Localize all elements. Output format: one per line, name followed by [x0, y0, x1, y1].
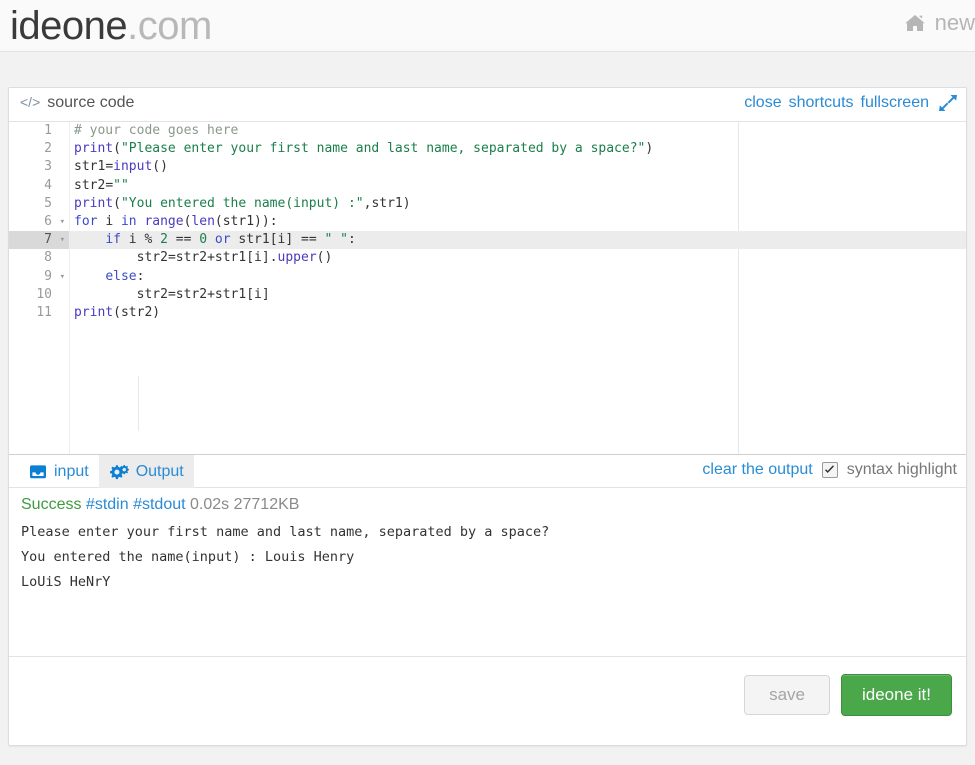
fold-arrow-icon[interactable]: ▾: [60, 213, 65, 231]
site-logo[interactable]: ideone.com: [10, 2, 212, 50]
line-number: 5: [44, 195, 52, 211]
line-number: 11: [36, 304, 52, 320]
line-number: 8: [44, 250, 52, 266]
line-number: 6 ▾: [9, 213, 69, 231]
output-text: Please enter your first name and last na…: [21, 520, 954, 595]
clear-output-link[interactable]: clear the output: [702, 461, 812, 479]
code-brackets-icon: </>: [20, 94, 41, 110]
code-line-text: str1=input(): [74, 159, 168, 175]
status-memory: 27712KB: [233, 496, 300, 513]
code-line[interactable]: 9 ▾ else:: [9, 268, 966, 286]
code-line[interactable]: 2 print("Please enter your first name and…: [9, 140, 966, 158]
tab-output[interactable]: Output: [98, 455, 194, 488]
line-number: 7 ▾: [9, 231, 69, 250]
fullscreen-link[interactable]: fullscreen: [861, 94, 929, 112]
ideone-it-button[interactable]: ideone it!: [841, 674, 952, 716]
code-line-text: str2="": [74, 177, 129, 193]
tab-output-label: Output: [135, 462, 184, 480]
editor-lines: 1 # your code goes here 2 print("Please ent…: [9, 122, 966, 322]
line-number: 10: [36, 286, 52, 302]
syntax-highlight-checkbox[interactable]: [821, 462, 838, 478]
indent-guide: [138, 376, 139, 431]
code-line[interactable]: 1 # your code goes here: [9, 122, 966, 140]
line-number: 9 ▾: [9, 268, 69, 286]
code-line[interactable]: 6 ▾ for i in range(len(str1)):: [9, 213, 966, 231]
line-number: 3: [44, 159, 52, 175]
line-number: 2: [44, 141, 52, 157]
nav-link-new[interactable]: new: [935, 10, 975, 36]
action-buttons: save ideone it!: [744, 674, 952, 716]
source-code-title: </> source code: [20, 94, 134, 112]
status-result: Success: [21, 496, 82, 513]
expand-diagonal-icon[interactable]: [938, 93, 958, 113]
code-line-text: for i in range(len(str1)):: [74, 213, 278, 229]
code-line[interactable]: 10 str2=str2+str1[i]: [9, 286, 966, 304]
shortcuts-link[interactable]: shortcuts: [789, 94, 854, 112]
line-number: 4: [44, 177, 52, 193]
line-number: 1: [44, 123, 52, 138]
main-card: </> source code close shortcuts fullscre…: [8, 87, 967, 746]
logo-main-text: ideone: [10, 4, 128, 48]
tab-input-label: input: [54, 462, 89, 480]
code-line[interactable]: 8 str2=str2+str1[i].upper(): [9, 249, 966, 267]
source-bar-actions: close shortcuts fullscreen: [744, 93, 958, 113]
source-code-bar: </> source code close shortcuts fullscre…: [9, 88, 966, 122]
header-nav: new: [904, 10, 975, 36]
check-mark-icon: [824, 465, 835, 475]
save-button[interactable]: save: [744, 675, 830, 715]
inbox-icon: [29, 464, 47, 480]
code-line-text: else:: [105, 268, 145, 284]
status-stdout[interactable]: #stdout: [133, 496, 185, 513]
home-icon[interactable]: [904, 13, 926, 33]
code-line-text: if i % 2 == 0 or str1[i] == " ":: [105, 232, 356, 248]
fold-arrow-icon[interactable]: ▾: [60, 268, 65, 286]
io-bar-actions: clear the output syntax highlight: [702, 461, 957, 479]
fold-arrow-icon[interactable]: ▾: [60, 231, 65, 249]
site-header: ideone.com new: [0, 0, 975, 52]
status-stdin[interactable]: #stdin: [86, 496, 129, 513]
code-line-text: str2=str2+str1[i].upper(): [136, 250, 333, 266]
status-time: 0.02s: [190, 496, 230, 513]
code-line[interactable]: 7 ▾ if i % 2 == 0 or str1[i] == " ":: [9, 231, 966, 250]
code-line[interactable]: 11 print(str2): [9, 304, 966, 322]
logo-tld-text: .com: [127, 4, 212, 48]
code-line-text: print("You entered the name(input) :",st…: [74, 195, 411, 211]
code-editor[interactable]: 1 # your code goes here 2 print("Please ent…: [9, 122, 966, 454]
tab-input[interactable]: input: [19, 455, 99, 488]
code-line-text: print("Please enter your first name and …: [74, 141, 654, 157]
output-line: LoUiS HeNrY: [21, 574, 111, 590]
source-code-label: source code: [47, 94, 135, 111]
output-line: You entered the name(input) : Louis Henr…: [21, 549, 355, 565]
button-bar: save ideone it!: [9, 656, 966, 745]
code-line-text: # your code goes here: [74, 123, 239, 138]
status-line: Success #stdin #stdout 0.02s 27712KB: [21, 496, 954, 514]
code-line[interactable]: 5 print("You entered the name(input) :",s…: [9, 195, 966, 213]
gears-icon: [109, 464, 129, 480]
io-tabs: input Output: [19, 455, 194, 488]
code-line[interactable]: 3 str1=input(): [9, 158, 966, 176]
io-tab-bar: input Output clear the output syntax hig…: [9, 454, 966, 488]
code-line[interactable]: 4 str2="": [9, 177, 966, 195]
output-line: Please enter your first name and last na…: [21, 524, 550, 540]
syntax-highlight-label: syntax highlight: [846, 461, 957, 478]
code-line-text: print(str2): [74, 304, 161, 320]
code-line-text: str2=str2+str1[i]: [136, 286, 270, 302]
close-link[interactable]: close: [744, 94, 781, 112]
